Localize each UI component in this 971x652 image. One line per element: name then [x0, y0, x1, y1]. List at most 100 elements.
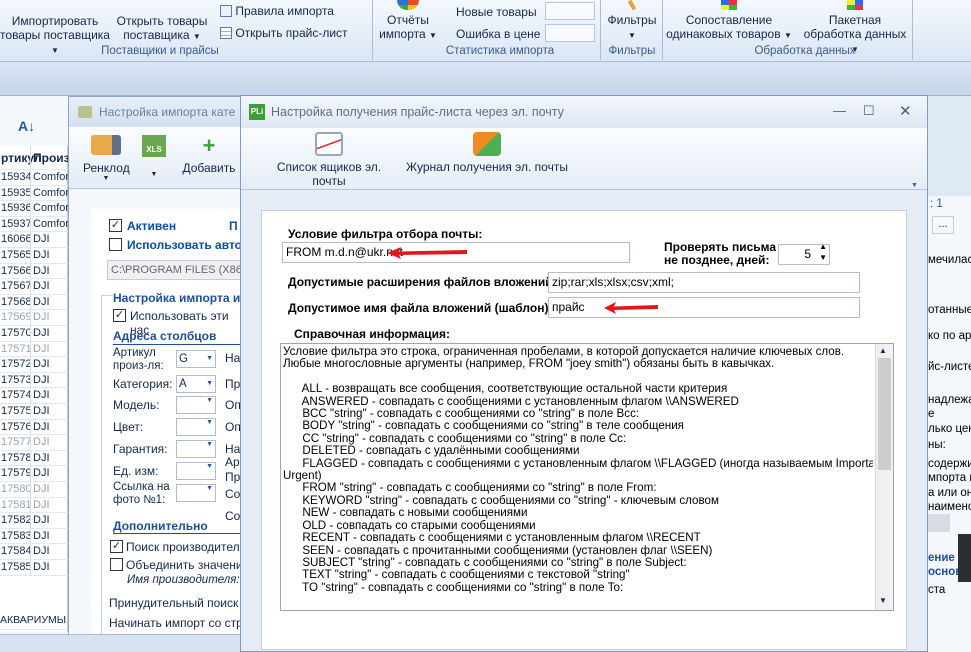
warranty-select[interactable]: ▼	[176, 440, 216, 458]
table-row[interactable]: 17585DJI	[0, 560, 68, 576]
table-row[interactable]: 17570DJI	[0, 326, 68, 342]
compare-goods-button[interactable]: Сопоставление одинаковых товаров ▼	[664, 0, 794, 43]
table-row[interactable]: 17581DJI	[0, 497, 68, 514]
pie-chart-icon	[397, 0, 419, 10]
unit-right-2: Пр	[225, 470, 241, 484]
column-header-maker[interactable]: Произ	[30, 146, 68, 169]
use-auto-checkbox[interactable]	[109, 238, 122, 251]
article-cell: 17576	[1, 420, 32, 433]
table-row[interactable]: 17565DJI	[0, 248, 68, 264]
table-row[interactable]: 17584DJI	[0, 544, 68, 560]
minimize-button[interactable]: —	[833, 103, 846, 118]
maximize-button[interactable]: ☐	[863, 103, 875, 119]
spinner-up-icon[interactable]: ▲	[819, 245, 827, 252]
photo-select[interactable]: ▼	[176, 484, 216, 502]
table-row[interactable]: 15934Comfor	[0, 170, 68, 186]
renklod-label: Ренклод	[83, 161, 130, 175]
dropdown-arrow-icon: ▼	[628, 31, 636, 40]
use-these-checkbox[interactable]: ✓	[113, 309, 126, 322]
model-select[interactable]: ▼	[176, 396, 216, 414]
group-stats-label: Статистика импорта	[445, 45, 555, 57]
open-pricelist-button[interactable]: Открыть прайс-лист	[220, 26, 348, 40]
table-row[interactable]: 17582DJI	[0, 513, 68, 529]
table-row[interactable]: 17571DJI	[0, 341, 68, 358]
ribbon-separator	[662, 0, 663, 60]
dialog-toolbar: Список ящиков эл. почты Журнал получения…	[241, 128, 927, 190]
maker-cell: DJI	[30, 466, 66, 481]
add-button[interactable]: + Добавить	[181, 135, 237, 176]
days-spinner[interactable]: 5 ▲ ▼	[778, 244, 830, 265]
path-field[interactable]: C:\PROGRAM FILES (X86)\	[107, 260, 247, 280]
filters-button[interactable]: Фильтры ▼	[604, 0, 660, 43]
toolbar-overflow-icon[interactable]: ▼	[911, 182, 918, 189]
table-row[interactable]: 15936Comfor	[0, 201, 68, 217]
right-text: отанные	[928, 304, 971, 316]
right-text: надлежа	[928, 394, 971, 406]
extensions-input[interactable]: zip;rar;xls;xlsx;csv;xml;	[548, 272, 860, 293]
resize-grip[interactable]	[909, 216, 921, 650]
receive-log-button[interactable]: Журнал получения эл. почты	[405, 132, 569, 174]
dropdown-arrow-icon: ▼	[102, 175, 110, 182]
compare-label-2: одинаковых товаров	[666, 27, 781, 41]
column-header-article[interactable]: ртикул	[0, 146, 42, 169]
article-cell: 17569	[1, 311, 32, 324]
table-row[interactable]: 17573DJI	[0, 372, 68, 389]
filename-template-input[interactable]: прайс	[548, 297, 860, 318]
scroll-up-icon[interactable]: ▲	[879, 346, 887, 355]
help-line: FLAGGED - совпадать с сообщениями с уста…	[283, 456, 873, 470]
xls-button[interactable]: XLS ▼	[139, 135, 169, 178]
dialog-title: Настройка получения прайс-листа через эл…	[271, 105, 564, 119]
merge-values-checkbox[interactable]	[110, 558, 123, 571]
mailbox-list-label: Список ящиков эл. почты	[276, 160, 382, 188]
table-row[interactable]: 17579DJI	[0, 466, 68, 482]
ellipsis-button[interactable]: ...	[932, 216, 954, 234]
open-supplier-goods-button[interactable]: Открыть товары поставщика ▼	[112, 14, 212, 44]
active-label: Активен	[127, 219, 177, 233]
color-select[interactable]: ▼	[176, 418, 216, 436]
table-row[interactable]: 17574DJI	[0, 388, 68, 404]
table-row[interactable]: 17566DJI	[0, 263, 68, 280]
table-row[interactable]: 16066DJI	[0, 232, 68, 248]
table-row[interactable]: 17583DJI	[0, 528, 68, 545]
search-maker-checkbox[interactable]: ✓	[110, 540, 123, 553]
maker-cell: DJI	[30, 419, 66, 435]
table-row[interactable]: 17568DJI	[0, 294, 68, 311]
article-cell: 15934	[1, 171, 32, 183]
maker-cell: DJI	[30, 279, 66, 294]
mailbox-list-button[interactable]: Список ящиков эл. почты	[259, 132, 399, 188]
sync-arrows-icon	[473, 132, 501, 156]
table-row[interactable]: 17569DJI	[0, 310, 68, 326]
scroll-thumb[interactable]	[878, 358, 891, 470]
table-row[interactable]: 17575DJI	[0, 404, 68, 420]
import-rules-button[interactable]: Правила импорта	[220, 4, 334, 18]
table-row[interactable]: 17578DJI	[0, 450, 68, 467]
help-text: Условие фильтра это строка, ограниченная…	[283, 346, 873, 608]
table-row[interactable]: 17577DJI	[0, 435, 68, 451]
table-row[interactable]: 17567DJI	[0, 279, 68, 295]
scroll-down-icon[interactable]: ▼	[879, 596, 887, 605]
xls-icon: XLS	[142, 135, 166, 157]
right-text-last: ста	[928, 584, 946, 596]
help-scrollbar[interactable]: ▲ ▼	[875, 344, 893, 610]
unit-select[interactable]: ▼	[176, 462, 216, 480]
forced-search-label: Принудительный поиск п	[109, 596, 249, 610]
spinner-down-icon[interactable]: ▼	[819, 253, 827, 263]
maker-cell: DJI	[30, 435, 66, 450]
close-button[interactable]: ✕	[899, 102, 912, 120]
import-reports-button[interactable]: Отчёты импорта ▼	[376, 0, 440, 43]
table-row[interactable]: 17576DJI	[0, 419, 68, 436]
active-checkbox[interactable]: ✓	[109, 219, 122, 232]
table-row[interactable]: 17572DJI	[0, 357, 68, 373]
table-row[interactable]: 15935Comfor	[0, 185, 68, 202]
article-select[interactable]: G ▼	[176, 350, 216, 368]
search-maker-label: Поиск производителя	[126, 540, 247, 554]
maker-cell: DJI	[30, 388, 66, 403]
help-textarea[interactable]: Условие фильтра это строка, ограниченная…	[280, 343, 894, 611]
table-row[interactable]: 17580DJI	[0, 482, 68, 498]
unit-label: Ед. изм:	[113, 464, 159, 478]
unit-right-1: Ар	[225, 455, 240, 469]
sort-icon[interactable]: A↓	[18, 118, 35, 134]
category-select[interactable]: A ▼	[176, 375, 216, 393]
renklod-button[interactable]: Ренклод ▼	[83, 135, 130, 182]
table-row[interactable]: 15937Comfor	[0, 216, 68, 233]
